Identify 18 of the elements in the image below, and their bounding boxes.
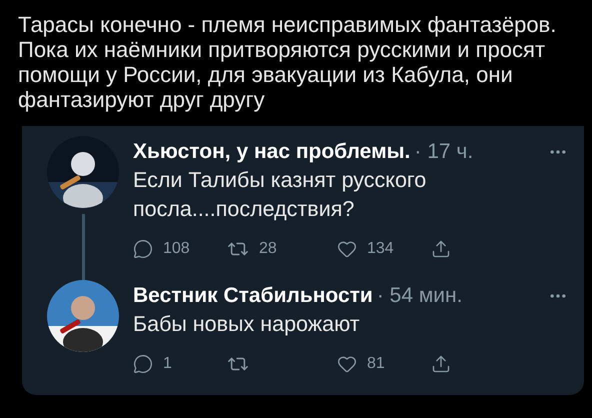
- share-icon[interactable]: [431, 239, 451, 259]
- author-name[interactable]: Хьюстон, у нас проблемы.: [133, 140, 410, 164]
- author-name[interactable]: Вестник Стабильности: [133, 284, 373, 308]
- like-icon[interactable]: [337, 239, 357, 259]
- reply-icon[interactable]: [133, 239, 153, 259]
- tweet-time: · 54 мин.: [376, 284, 462, 308]
- tweet-text: Бабы новых нарожают: [133, 311, 361, 338]
- like-icon[interactable]: [337, 354, 357, 374]
- tweet-text: Если Талибы казнят русского посла....последствия?: [133, 167, 428, 223]
- like-count: 81: [367, 355, 385, 373]
- post-text: Тарасы конечно - племя неисправимых фантазёров. Пока их наёмники притворяются русскими и просят помощи у России, для эвакуации из Кабула, они фантазируют друг другу: [18, 12, 558, 112]
- share-icon[interactable]: [431, 354, 451, 374]
- like-count: 134: [367, 240, 394, 258]
- reply-icon[interactable]: [133, 354, 153, 374]
- reply-count: 108: [163, 240, 190, 258]
- reply-count: 1: [163, 355, 172, 373]
- tweet-time: · 17 ч.: [414, 140, 474, 164]
- retweet-count: 28: [259, 240, 277, 258]
